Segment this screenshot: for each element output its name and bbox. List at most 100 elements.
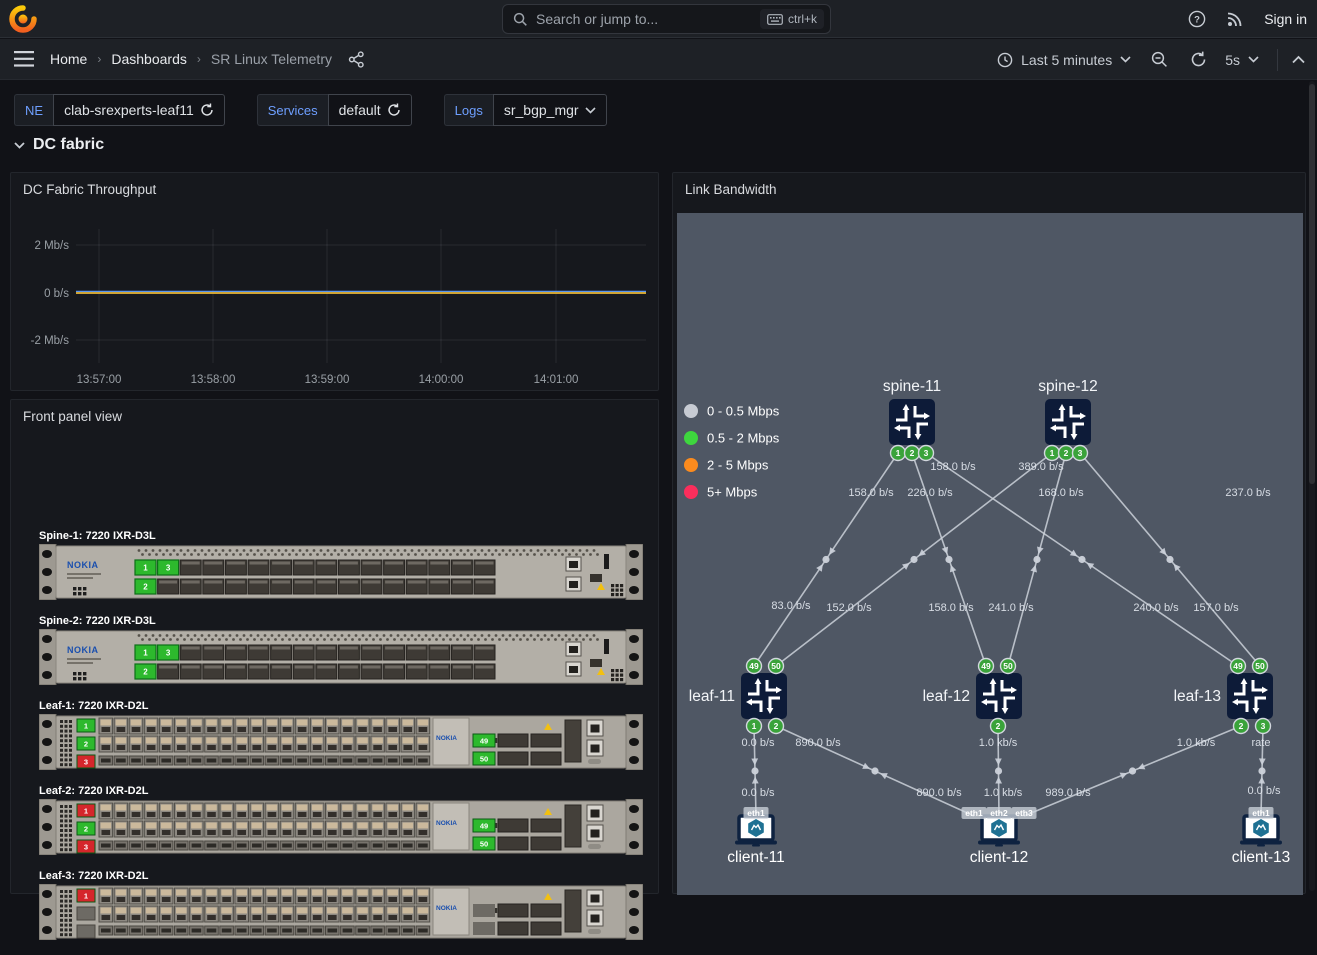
variable-ne-label[interactable]: NE	[14, 94, 53, 126]
node-label: client-13	[1232, 849, 1291, 866]
svg-text:NOKIA: NOKIA	[67, 560, 99, 570]
chevron-down-icon	[585, 107, 596, 114]
link-rate-label: 389.0 b/s	[1018, 461, 1064, 473]
zoom-out-time-icon[interactable]	[1151, 51, 1168, 68]
link-rate-label: 1.0 kb/s	[1177, 737, 1216, 749]
svg-text:1: 1	[143, 564, 148, 573]
front-panel-device-3: Leaf-1: 7220 IXR-D2L123NOKIA4950	[39, 700, 643, 775]
link-rate-label: 226.0 b/s	[907, 487, 953, 499]
svg-text:1: 1	[84, 721, 88, 730]
link-rate-label: 158.0 b/s	[930, 461, 976, 473]
svg-text:1: 1	[143, 649, 148, 658]
news-rss-icon[interactable]	[1226, 10, 1244, 28]
router-icon[interactable]	[889, 399, 935, 445]
link-rate-label: 0.0 b/s	[741, 787, 775, 799]
breadcrumb-separator: ›	[97, 52, 101, 66]
router-icon[interactable]	[976, 673, 1022, 719]
refresh-icon[interactable]	[1190, 51, 1207, 68]
panel-title[interactable]: Link Bandwidth	[673, 173, 1305, 197]
svg-text:50: 50	[480, 754, 488, 763]
menu-icon[interactable]	[14, 51, 34, 67]
time-range-picker[interactable]: Last 5 minutes	[993, 52, 1135, 68]
search-box[interactable]: ctrl+k	[502, 4, 831, 34]
svg-text:3: 3	[1261, 721, 1266, 731]
svg-text:NOKIA: NOKIA	[436, 820, 457, 827]
svg-text:2: 2	[143, 583, 148, 592]
breadcrumb-separator: ›	[197, 52, 201, 66]
router-icon[interactable]	[741, 673, 787, 719]
legend-label: 0 - 0.5 Mbps	[707, 404, 780, 419]
svg-text:1: 1	[752, 721, 757, 731]
map-node-client-12[interactable]: client-12eth1eth2eth3	[962, 807, 1037, 866]
map-node-leaf-11[interactable]: leaf-11495012	[689, 659, 787, 734]
breadcrumb-home[interactable]: Home	[50, 51, 87, 67]
link-rate-label: 241.0 b/s	[988, 602, 1034, 614]
map-node-spine-11[interactable]: spine-11123	[883, 378, 941, 461]
device-image: NOKIA132	[39, 544, 643, 600]
share-icon[interactable]	[348, 51, 365, 68]
map-node-client-11[interactable]: client-11eth1	[727, 807, 784, 866]
variable-services-value[interactable]: default	[328, 94, 412, 126]
node-label: client-12	[970, 849, 1029, 866]
panel-title[interactable]: DC Fabric Throughput	[11, 173, 658, 197]
svg-text:NOKIA: NOKIA	[436, 905, 457, 912]
link-rate-label: 240.0 b/s	[1133, 602, 1179, 614]
svg-text:-2 Mb/s: -2 Mb/s	[31, 335, 70, 347]
variable-services-label[interactable]: Services	[257, 94, 328, 126]
kiosk-collapse-icon[interactable]	[1292, 55, 1305, 64]
svg-text:50: 50	[771, 661, 781, 671]
front-panel-device-4: Leaf-2: 7220 IXR-D2L123NOKIA4950	[39, 785, 643, 860]
panel-link-bandwidth[interactable]: Link Bandwidth 158.0 b/s83.0 b/s226.0 b/…	[672, 172, 1306, 894]
grafana-logo-icon[interactable]	[9, 5, 37, 33]
svg-text:2: 2	[84, 739, 88, 748]
svg-text:1: 1	[84, 806, 88, 815]
legend-swatch	[684, 431, 698, 445]
panel-dc-fabric-throughput[interactable]: DC Fabric Throughput 2 Mb/s 0 b/s -2 Mb/s 1…	[10, 172, 659, 391]
svg-text:3: 3	[84, 757, 88, 766]
svg-text:?: ?	[1194, 15, 1200, 26]
svg-text:3: 3	[1078, 448, 1083, 458]
legend-swatch	[684, 404, 698, 418]
link-rate-label: 158.0 b/s	[848, 487, 894, 499]
front-panel-device-2: Spine-2: 7220 IXR-D3LNOKIA132	[39, 615, 643, 690]
breadcrumb-dashboards[interactable]: Dashboards	[111, 51, 187, 67]
sign-in-button[interactable]: Sign in	[1264, 11, 1307, 27]
svg-text:3: 3	[924, 448, 929, 458]
map-node-leaf-13[interactable]: leaf-13495023	[1174, 659, 1273, 734]
svg-text:NOKIA: NOKIA	[436, 735, 457, 742]
svg-text:3: 3	[84, 842, 88, 851]
scrollbar-thumb[interactable]	[1309, 84, 1315, 484]
variable-logs-value[interactable]: sr_bgp_mgr	[493, 94, 607, 126]
help-icon[interactable]: ?	[1188, 10, 1206, 28]
svg-text:2: 2	[1239, 721, 1244, 731]
device-label: Leaf-2: 7220 IXR-D2L	[39, 785, 643, 797]
svg-text:1: 1	[84, 891, 88, 900]
svg-text:14:00:00: 14:00:00	[419, 374, 464, 386]
map-node-leaf-12[interactable]: leaf-1249502	[923, 659, 1022, 734]
refresh-interval-dropdown[interactable]: 5s	[1221, 52, 1263, 68]
svg-text:13:59:00: 13:59:00	[305, 374, 350, 386]
breadcrumb-current: SR Linux Telemetry	[211, 51, 332, 67]
toolbar-divider	[1277, 49, 1278, 71]
router-icon[interactable]	[1045, 399, 1091, 445]
link-rate-label: 1.0 kb/s	[984, 787, 1023, 799]
map-node-client-13[interactable]: client-13eth1	[1232, 807, 1291, 866]
link-rate-label: 157.0 b/s	[1193, 602, 1239, 614]
node-label: spine-12	[1038, 378, 1097, 395]
node-label: client-11	[727, 849, 784, 866]
svg-text:49: 49	[981, 661, 991, 671]
panel-front-panel-view[interactable]: Front panel view Spine-1: 7220 IXR-D3LNO…	[10, 399, 659, 894]
svg-text:2: 2	[84, 824, 88, 833]
router-icon[interactable]	[1227, 673, 1273, 719]
variable-logs-label[interactable]: Logs	[444, 94, 493, 126]
throughput-chart: 2 Mb/s0 b/s-2 Mb/s13:57:0013:58:0013:59:…	[11, 201, 658, 391]
map-node-spine-12[interactable]: spine-12123	[1038, 378, 1097, 461]
svg-text:2 Mb/s: 2 Mb/s	[34, 240, 69, 252]
variable-ne-value[interactable]: clab-srexperts-leaf11	[53, 94, 225, 126]
panel-title[interactable]: Front panel view	[11, 400, 658, 424]
variable-ne: NE clab-srexperts-leaf11	[14, 94, 225, 126]
section-dc-fabric[interactable]: DC fabric	[14, 136, 104, 154]
svg-text:50: 50	[480, 839, 488, 848]
search-input[interactable]	[536, 11, 760, 27]
svg-text:0 b/s: 0 b/s	[44, 288, 69, 300]
